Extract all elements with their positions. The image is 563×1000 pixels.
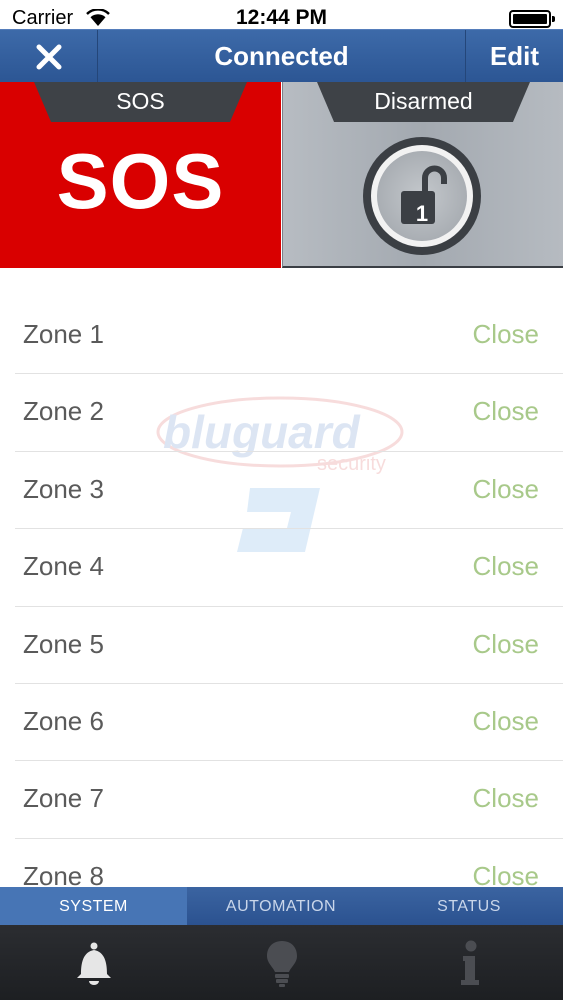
zone-name: Zone 1 bbox=[23, 319, 104, 349]
zone-name: Zone 3 bbox=[23, 473, 104, 504]
page-title: Connected bbox=[214, 41, 349, 71]
zone-row[interactable]: Zone 6 Close bbox=[15, 684, 563, 762]
zone-row[interactable]: Zone 5 Close bbox=[15, 607, 563, 684]
zone-status: Close bbox=[472, 705, 539, 736]
zone-status: Close bbox=[472, 396, 539, 427]
zone-status: Close bbox=[472, 551, 539, 582]
lock-button[interactable]: 1 bbox=[363, 137, 481, 255]
tab-automation[interactable]: AUTOMATION bbox=[187, 887, 375, 925]
tab-status[interactable]: STATUS bbox=[375, 887, 563, 925]
segment-tab-bar: SYSTEM AUTOMATION STATUS bbox=[0, 887, 563, 925]
zone-name: Zone 2 bbox=[23, 396, 104, 427]
zone-name: Zone 4 bbox=[23, 551, 104, 582]
status-time: 12:44 PM bbox=[235, 6, 328, 29]
zone-row[interactable]: Zone 4 Close bbox=[15, 529, 563, 607]
arm-state-label: Disarmed bbox=[317, 82, 530, 122]
close-icon bbox=[36, 44, 61, 69]
zone-status: Close bbox=[472, 783, 539, 814]
zone-status: Close bbox=[472, 473, 539, 504]
zone-status: Close bbox=[472, 319, 539, 349]
icon-tab-bar bbox=[0, 925, 563, 1000]
sos-button-label: SOS bbox=[56, 137, 225, 225]
lock-ring-inner: 1 bbox=[371, 145, 473, 247]
lightbulb-icon bbox=[267, 940, 297, 987]
zone-name: Zone 8 bbox=[23, 860, 104, 887]
edit-button[interactable]: Edit bbox=[465, 30, 563, 83]
zone-row[interactable]: Zone 3 Close bbox=[15, 452, 563, 530]
zone-status: Close bbox=[472, 860, 539, 887]
tab-automation-icon-button[interactable] bbox=[188, 925, 376, 1000]
zone-row[interactable]: Zone 7 Close bbox=[15, 761, 563, 839]
tab-status-icon-button[interactable] bbox=[376, 925, 563, 1000]
unlocked-padlock-icon bbox=[401, 165, 447, 224]
close-button[interactable] bbox=[0, 30, 98, 83]
partition-number: 1 bbox=[415, 201, 429, 226]
tab-system-icon-button[interactable] bbox=[0, 925, 187, 1000]
zone-status: Close bbox=[472, 628, 539, 659]
zone-row[interactable]: Zone 1 Close bbox=[15, 297, 563, 375]
zone-name: Zone 6 bbox=[23, 705, 104, 736]
lock-core: 1 bbox=[377, 151, 467, 241]
zone-list: Zone 1 Close Zone 2 Close Zone 3 Close Zone 4 C… bbox=[15, 297, 563, 887]
zone-name: Zone 7 bbox=[23, 783, 104, 814]
sos-tab-label: SOS bbox=[34, 82, 247, 122]
tab-system[interactable]: SYSTEM bbox=[0, 887, 187, 925]
zone-row[interactable]: Zone 8 Close bbox=[15, 839, 563, 887]
arm-state-panel[interactable]: Disarmed 1 bbox=[282, 82, 563, 268]
battery-icon bbox=[509, 10, 555, 28]
control-panels: SOS SOS Disarmed 1 bbox=[0, 82, 563, 268]
zone-name: Zone 5 bbox=[23, 628, 104, 659]
bell-icon bbox=[76, 942, 111, 985]
nav-bar: Connected Edit bbox=[0, 29, 563, 83]
zone-row[interactable]: Zone 2 Close bbox=[15, 374, 563, 452]
sos-panel[interactable]: SOS SOS bbox=[0, 82, 281, 268]
info-icon bbox=[460, 940, 479, 985]
